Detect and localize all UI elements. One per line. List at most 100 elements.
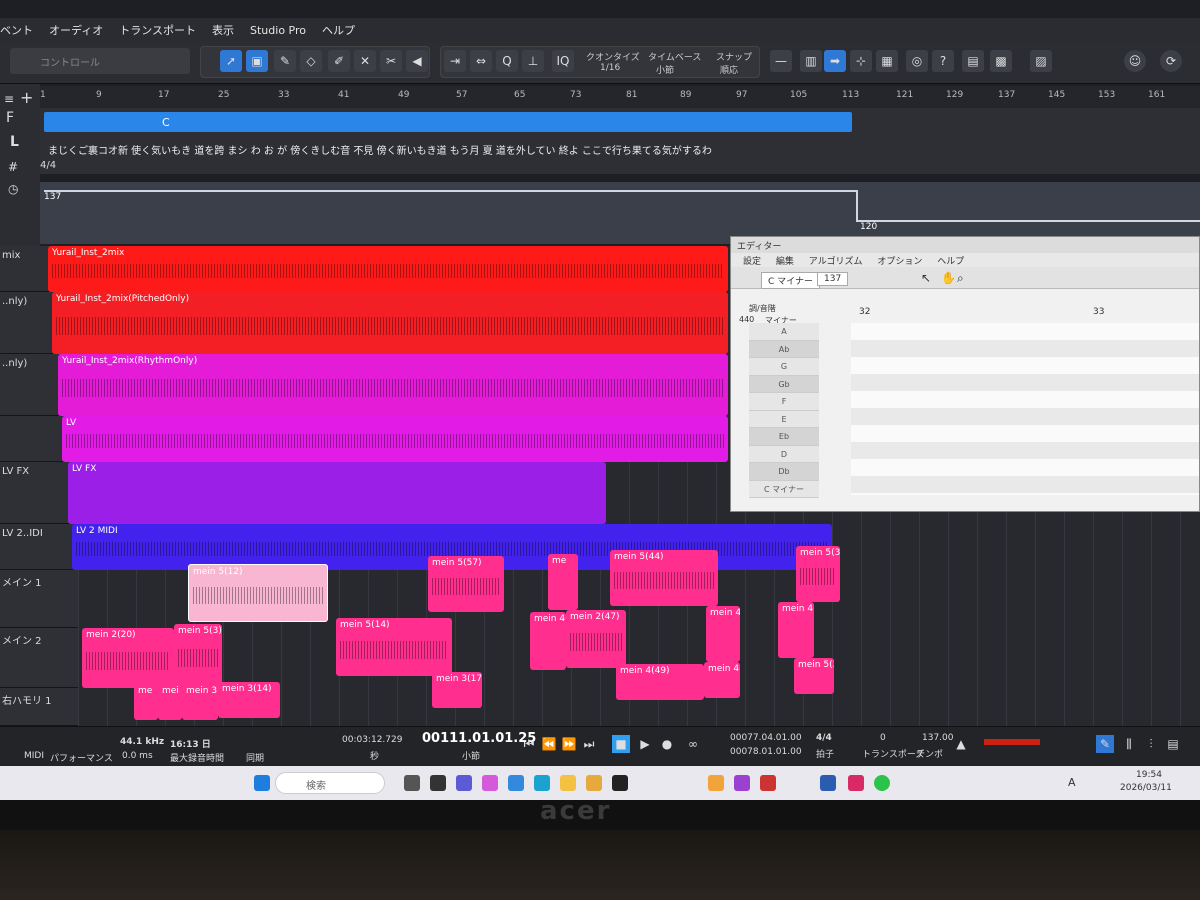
stop-icon[interactable]: ■ bbox=[612, 735, 630, 753]
app-icon[interactable] bbox=[560, 775, 576, 791]
film-icon[interactable]: ▤ bbox=[962, 50, 984, 72]
control-selector[interactable]: コントロール bbox=[10, 48, 190, 74]
panel-icon[interactable]: ▤ bbox=[1164, 735, 1182, 753]
app-icon[interactable] bbox=[586, 775, 602, 791]
volume-meter[interactable] bbox=[984, 739, 1040, 745]
record-icon[interactable]: ● bbox=[658, 735, 676, 753]
quantize-value[interactable]: 1/16 bbox=[600, 63, 620, 73]
clock[interactable]: 19:54 bbox=[1136, 770, 1162, 780]
clip-main1[interactable]: mein 5(57) bbox=[428, 556, 504, 612]
menu-item-view[interactable]: 表示 bbox=[212, 22, 234, 38]
split-tool-icon[interactable]: ✂ bbox=[380, 50, 402, 72]
menu-item-audio[interactable]: オーディオ bbox=[49, 22, 103, 38]
date[interactable]: 2026/03/11 bbox=[1120, 783, 1172, 793]
app-icon[interactable] bbox=[820, 775, 836, 791]
edit-pen-icon[interactable]: ✎ bbox=[1096, 735, 1114, 753]
clip-main1[interactable]: mein 5(12) bbox=[188, 564, 328, 622]
editor-menu-options[interactable]: オプション bbox=[877, 257, 922, 267]
app-icon[interactable] bbox=[708, 775, 724, 791]
tempo-track-icon[interactable]: ◷ bbox=[8, 182, 18, 196]
clip-harmony[interactable]: mein 4(49) bbox=[616, 664, 704, 700]
iq-button[interactable]: IQ bbox=[552, 50, 574, 72]
clip-main2[interactable]: mein 2(47) bbox=[566, 610, 626, 668]
transpose-value[interactable]: 0 bbox=[880, 733, 886, 743]
clip-harmony[interactable]: mein 4(52 bbox=[704, 662, 740, 698]
clip-lv-fx[interactable]: LV FX bbox=[68, 462, 606, 524]
scale-select[interactable]: C マイナー bbox=[761, 272, 820, 289]
editor-menu-algorithm[interactable]: アルゴリズム bbox=[809, 257, 863, 267]
clip-lv[interactable]: LV bbox=[62, 416, 728, 462]
tempo-track[interactable]: 137 120 bbox=[40, 182, 1200, 244]
clip-harmony[interactable]: mein 3(14) bbox=[218, 682, 280, 718]
hand-tool-icon[interactable]: ✋ bbox=[941, 271, 956, 285]
line-tool-icon[interactable]: — bbox=[770, 50, 792, 72]
listen-tool-icon[interactable]: ◀ bbox=[406, 50, 428, 72]
follow-icon[interactable]: ➡ bbox=[824, 50, 846, 72]
layout-icon[interactable]: ▥ bbox=[800, 50, 822, 72]
clip-main2[interactable]: mein 4(2 bbox=[778, 602, 814, 658]
clip-harmony[interactable]: mein 3(17 bbox=[432, 672, 482, 708]
app-icon[interactable] bbox=[430, 775, 446, 791]
menu-item-studio-pro[interactable]: Studio Pro bbox=[250, 24, 306, 37]
stretch-tool-icon[interactable]: ⇔ bbox=[470, 50, 492, 72]
pointer-tool-icon[interactable]: ↖ bbox=[921, 271, 931, 285]
browser-icon[interactable]: ▨ bbox=[1030, 50, 1052, 72]
track-header-lv2-midi[interactable]: LV 2..IDI bbox=[0, 524, 78, 570]
loop-right[interactable]: 00078.01.01.00 bbox=[730, 747, 802, 757]
time-signature[interactable]: 4/4 bbox=[40, 160, 56, 171]
mute-tool-icon[interactable]: ✕ bbox=[354, 50, 376, 72]
ime-indicator[interactable]: A bbox=[1068, 776, 1076, 789]
clip-main2[interactable]: mein 4(2 bbox=[706, 606, 740, 662]
clip-harmony[interactable]: mei bbox=[158, 684, 182, 720]
pitch-grid[interactable] bbox=[851, 323, 1199, 495]
app-icon[interactable] bbox=[760, 775, 776, 791]
app-icon[interactable] bbox=[534, 775, 550, 791]
arrow-tool-icon[interactable]: ➚ bbox=[220, 50, 242, 72]
clip-inst-mix[interactable]: Yurail_Inst_2mix bbox=[48, 246, 728, 292]
editor-menu-help[interactable]: ヘルプ bbox=[937, 257, 964, 267]
chord-event[interactable]: C bbox=[44, 112, 852, 132]
menu-item-transport[interactable]: トランスポート bbox=[119, 22, 196, 38]
editor-menu-edit[interactable]: 編集 bbox=[776, 257, 794, 267]
globe-icon[interactable]: ◎ bbox=[906, 50, 928, 72]
start-icon[interactable] bbox=[254, 775, 270, 791]
clip-harmony[interactable]: me bbox=[134, 684, 158, 720]
clip-main1[interactable]: mein 5(44) bbox=[610, 550, 718, 606]
editor-window[interactable]: エディター 設定 編集 アルゴリズム オプション ヘルプ C マイナー 137 … bbox=[730, 236, 1200, 512]
lyrics-track-icon[interactable]: L bbox=[10, 134, 19, 150]
loop-icon[interactable]: ∞ bbox=[684, 735, 702, 753]
timebase-value[interactable]: 小節 bbox=[656, 63, 674, 76]
clip-main2[interactable]: mein 4(3 bbox=[530, 612, 566, 670]
clip-inst-pitched[interactable]: Yurail_Inst_2mix(PitchedOnly) bbox=[52, 292, 728, 354]
snap-toggle-icon[interactable]: ⊹ bbox=[850, 50, 872, 72]
clip-main2[interactable]: mein 2(20) bbox=[82, 628, 174, 688]
clip-main1[interactable]: mein 5(3) bbox=[796, 546, 840, 602]
tempo-value[interactable]: 137.00 bbox=[922, 733, 954, 743]
app-icon[interactable] bbox=[456, 775, 472, 791]
signature-track-icon[interactable]: # bbox=[8, 160, 18, 174]
app-icon[interactable] bbox=[508, 775, 524, 791]
clip-harmony[interactable]: mein 5(33) bbox=[794, 658, 834, 694]
editor-menu-settings[interactable]: 設定 bbox=[743, 257, 761, 267]
forward-end-icon[interactable]: ⏭ bbox=[580, 735, 598, 753]
lyrics-track[interactable]: まじくご裏コオ新 使く気いもき 道を跨 まシ わ お が 傍くきしむ音 不見 傍… bbox=[40, 134, 1200, 174]
add-track-icon[interactable]: + bbox=[20, 88, 33, 107]
arrange-tool-icon[interactable]: ⊥ bbox=[522, 50, 544, 72]
user-icon[interactable]: ☺ bbox=[1124, 50, 1146, 72]
clip-main1[interactable]: me bbox=[548, 554, 578, 610]
track-header-lv-fx[interactable]: LV FX bbox=[0, 462, 78, 524]
app-icon[interactable] bbox=[848, 775, 864, 791]
clip-harmony[interactable]: mein 3 bbox=[182, 684, 218, 720]
app-icon[interactable] bbox=[612, 775, 628, 791]
snap-value[interactable]: 順応 bbox=[720, 63, 738, 76]
chord-track-icon[interactable]: F bbox=[6, 110, 14, 126]
zoom-icon[interactable]: ⌕ bbox=[957, 271, 964, 286]
app-icon[interactable] bbox=[734, 775, 750, 791]
app-icon[interactable] bbox=[874, 775, 890, 791]
app-icon[interactable] bbox=[482, 775, 498, 791]
track-header-harmony[interactable]: 右ハモリ 1 bbox=[0, 688, 78, 726]
mixer-grid-icon[interactable]: ▩ bbox=[990, 50, 1012, 72]
app-icon[interactable] bbox=[404, 775, 420, 791]
clip-main2[interactable]: mein 5(3) bbox=[174, 624, 222, 686]
rewind-start-icon[interactable]: ⏮ bbox=[520, 735, 538, 753]
